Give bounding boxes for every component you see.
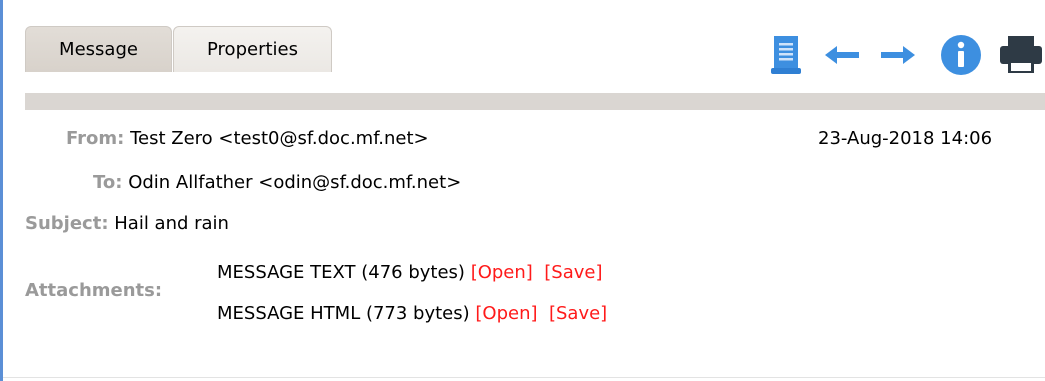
subject-value: Hail and rain [114,213,229,234]
attachment-name: MESSAGE TEXT (476 bytes) [217,262,465,283]
tab-content-bar [25,93,1045,110]
attachment-save-link[interactable]: [Save] [549,303,607,324]
attachment-open-link[interactable]: [Open] [471,262,533,283]
attachment-row: MESSAGE TEXT (476 bytes) [Open] [Save] [217,262,603,283]
to-label: To: [93,172,123,193]
to-value[interactable]: Odin Allfather <odin@sf.doc.mf.net> [128,172,461,193]
date-value: 23-Aug-2018 14:06 [818,128,993,149]
tab-properties[interactable]: Properties [173,26,332,72]
from-row: From: Test Zero <test0@sf.doc.mf.net> [66,128,429,149]
attachment-row: MESSAGE HTML (773 bytes) [Open] [Save] [217,303,607,324]
attachment-save-link[interactable]: [Save] [544,262,602,283]
from-value[interactable]: Test Zero <test0@sf.doc.mf.net> [130,128,429,149]
tab-message[interactable]: Message [25,26,172,72]
tab-message-label: Message [59,39,138,60]
attachment-open-link[interactable]: [Open] [475,303,537,324]
document-icon[interactable] [768,35,804,75]
attachments-label: Attachments: [25,280,163,301]
from-label: From: [66,128,125,149]
subject-row: Subject: Hail and rain [25,213,229,234]
attachment-name: MESSAGE HTML (773 bytes) [217,303,470,324]
info-icon[interactable] [938,35,984,75]
to-row: To: Odin Allfather <odin@sf.doc.mf.net> [93,172,461,193]
subject-label: Subject: [25,213,109,234]
printer-icon[interactable] [996,35,1045,75]
arrow-left-icon[interactable] [824,35,860,75]
arrow-right-icon[interactable] [880,35,916,75]
tab-properties-label: Properties [207,39,298,60]
